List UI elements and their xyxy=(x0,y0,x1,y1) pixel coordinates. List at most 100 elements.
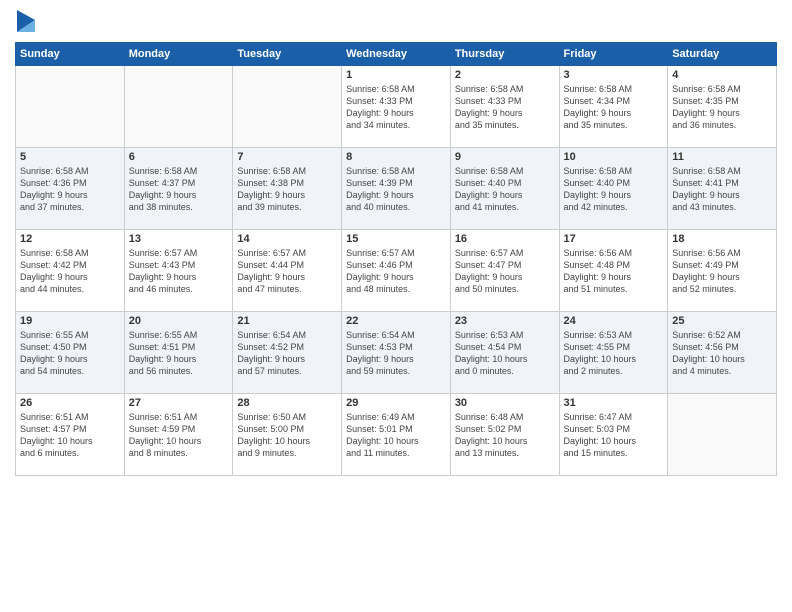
weekday-header-friday: Friday xyxy=(559,43,668,66)
calendar-cell: 27 Sunrise: 6:51 AM Sunset: 4:59 PM Dayli… xyxy=(124,394,233,476)
day-number: 2 xyxy=(455,69,555,81)
week-row-5: 26 Sunrise: 6:51 AM Sunset: 4:57 PM Dayli… xyxy=(16,394,777,476)
calendar-table: SundayMondayTuesdayWednesdayThursdayFrid… xyxy=(15,42,777,476)
calendar-cell: 8Sunrise: 6:58 AM Sunset: 4:39 PM Daylig… xyxy=(342,148,451,230)
day-number: 29 xyxy=(346,397,446,409)
day-info: Sunrise: 6:58 AM Sunset: 4:40 PM Dayligh… xyxy=(564,165,664,214)
weekday-header-wednesday: Wednesday xyxy=(342,43,451,66)
day-info: Sunrise: 6:57 AM Sunset: 4:47 PM Dayligh… xyxy=(455,247,555,296)
day-info: Sunrise: 6:51 AM Sunset: 4:57 PM Dayligh… xyxy=(20,411,120,460)
calendar-cell: 17 Sunrise: 6:56 AM Sunset: 4:48 PM Dayli… xyxy=(559,230,668,312)
week-row-2: 5 Sunrise: 6:58 AM Sunset: 4:36 PM Daylig… xyxy=(16,148,777,230)
day-info: Sunrise: 6:58 AM Sunset: 4:39 PM Dayligh… xyxy=(346,165,446,214)
day-number: 19 xyxy=(20,315,120,327)
day-info: Sunrise: 6:56 AM Sunset: 4:48 PM Dayligh… xyxy=(564,247,664,296)
day-number: 7 xyxy=(237,151,337,163)
day-info: Sunrise: 6:58 AM Sunset: 4:35 PM Dayligh… xyxy=(672,83,772,132)
header xyxy=(15,10,777,34)
calendar-cell: 30Sunrise: 6:48 AM Sunset: 5:02 PM Dayli… xyxy=(450,394,559,476)
day-number: 26 xyxy=(20,397,120,409)
calendar-cell: 11Sunrise: 6:58 AM Sunset: 4:41 PM Dayli… xyxy=(668,148,777,230)
calendar-cell: 1 Sunrise: 6:58 AM Sunset: 4:33 PM Daylig… xyxy=(342,66,451,148)
day-number: 15 xyxy=(346,233,446,245)
calendar-cell: 18Sunrise: 6:56 AM Sunset: 4:49 PM Dayli… xyxy=(668,230,777,312)
week-row-4: 19 Sunrise: 6:55 AM Sunset: 4:50 PM Dayli… xyxy=(16,312,777,394)
day-number: 20 xyxy=(129,315,229,327)
weekday-header-sunday: Sunday xyxy=(16,43,125,66)
calendar-cell: 6Sunrise: 6:58 AM Sunset: 4:37 PM Daylig… xyxy=(124,148,233,230)
day-number: 10 xyxy=(564,151,664,163)
day-info: Sunrise: 6:54 AM Sunset: 4:53 PM Dayligh… xyxy=(346,329,446,378)
day-info: Sunrise: 6:58 AM Sunset: 4:34 PM Dayligh… xyxy=(564,83,664,132)
day-info: Sunrise: 6:58 AM Sunset: 4:40 PM Dayligh… xyxy=(455,165,555,214)
calendar-cell: 22 Sunrise: 6:54 AM Sunset: 4:53 PM Dayli… xyxy=(342,312,451,394)
day-info: Sunrise: 6:58 AM Sunset: 4:41 PM Dayligh… xyxy=(672,165,772,214)
day-info: Sunrise: 6:55 AM Sunset: 4:50 PM Dayligh… xyxy=(20,329,120,378)
day-info: Sunrise: 6:58 AM Sunset: 4:42 PM Dayligh… xyxy=(20,247,120,296)
day-number: 16 xyxy=(455,233,555,245)
calendar-cell: 15 Sunrise: 6:57 AM Sunset: 4:46 PM Dayli… xyxy=(342,230,451,312)
logo-icon xyxy=(17,10,35,32)
calendar-cell: 2 Sunrise: 6:58 AM Sunset: 4:33 PM Daylig… xyxy=(450,66,559,148)
calendar-cell xyxy=(16,66,125,148)
calendar-cell: 10 Sunrise: 6:58 AM Sunset: 4:40 PM Dayli… xyxy=(559,148,668,230)
calendar-cell: 28Sunrise: 6:50 AM Sunset: 5:00 PM Dayli… xyxy=(233,394,342,476)
calendar-cell: 13 Sunrise: 6:57 AM Sunset: 4:43 PM Dayli… xyxy=(124,230,233,312)
weekday-header-thursday: Thursday xyxy=(450,43,559,66)
day-info: Sunrise: 6:53 AM Sunset: 4:55 PM Dayligh… xyxy=(564,329,664,378)
calendar-cell xyxy=(124,66,233,148)
day-info: Sunrise: 6:48 AM Sunset: 5:02 PM Dayligh… xyxy=(455,411,555,460)
day-info: Sunrise: 6:53 AM Sunset: 4:54 PM Dayligh… xyxy=(455,329,555,378)
weekday-header-tuesday: Tuesday xyxy=(233,43,342,66)
day-info: Sunrise: 6:57 AM Sunset: 4:43 PM Dayligh… xyxy=(129,247,229,296)
day-number: 1 xyxy=(346,69,446,81)
calendar-cell: 5 Sunrise: 6:58 AM Sunset: 4:36 PM Daylig… xyxy=(16,148,125,230)
day-number: 22 xyxy=(346,315,446,327)
day-number: 12 xyxy=(20,233,120,245)
day-info: Sunrise: 6:47 AM Sunset: 5:03 PM Dayligh… xyxy=(564,411,664,460)
calendar-cell xyxy=(233,66,342,148)
day-number: 27 xyxy=(129,397,229,409)
calendar-cell: 3 Sunrise: 6:58 AM Sunset: 4:34 PM Daylig… xyxy=(559,66,668,148)
day-number: 4 xyxy=(672,69,772,81)
calendar-cell: 29Sunrise: 6:49 AM Sunset: 5:01 PM Dayli… xyxy=(342,394,451,476)
day-number: 18 xyxy=(672,233,772,245)
day-info: Sunrise: 6:58 AM Sunset: 4:38 PM Dayligh… xyxy=(237,165,337,214)
logo xyxy=(15,10,35,34)
day-number: 21 xyxy=(237,315,337,327)
day-number: 25 xyxy=(672,315,772,327)
calendar-cell xyxy=(668,394,777,476)
day-number: 17 xyxy=(564,233,664,245)
calendar-cell: 31 Sunrise: 6:47 AM Sunset: 5:03 PM Dayli… xyxy=(559,394,668,476)
calendar-cell: 23 Sunrise: 6:53 AM Sunset: 4:54 PM Dayli… xyxy=(450,312,559,394)
day-number: 23 xyxy=(455,315,555,327)
day-info: Sunrise: 6:58 AM Sunset: 4:36 PM Dayligh… xyxy=(20,165,120,214)
calendar-cell: 21 Sunrise: 6:54 AM Sunset: 4:52 PM Dayli… xyxy=(233,312,342,394)
day-number: 9 xyxy=(455,151,555,163)
day-number: 3 xyxy=(564,69,664,81)
weekday-header-saturday: Saturday xyxy=(668,43,777,66)
day-info: Sunrise: 6:58 AM Sunset: 4:33 PM Dayligh… xyxy=(346,83,446,132)
day-info: Sunrise: 6:51 AM Sunset: 4:59 PM Dayligh… xyxy=(129,411,229,460)
week-row-1: 1 Sunrise: 6:58 AM Sunset: 4:33 PM Daylig… xyxy=(16,66,777,148)
day-info: Sunrise: 6:58 AM Sunset: 4:33 PM Dayligh… xyxy=(455,83,555,132)
calendar-cell: 14Sunrise: 6:57 AM Sunset: 4:44 PM Dayli… xyxy=(233,230,342,312)
day-number: 24 xyxy=(564,315,664,327)
calendar-cell: 24 Sunrise: 6:53 AM Sunset: 4:55 PM Dayli… xyxy=(559,312,668,394)
day-number: 5 xyxy=(20,151,120,163)
calendar-cell: 16 Sunrise: 6:57 AM Sunset: 4:47 PM Dayli… xyxy=(450,230,559,312)
day-info: Sunrise: 6:57 AM Sunset: 4:46 PM Dayligh… xyxy=(346,247,446,296)
weekday-header-row: SundayMondayTuesdayWednesdayThursdayFrid… xyxy=(16,43,777,66)
calendar-cell: 19 Sunrise: 6:55 AM Sunset: 4:50 PM Dayli… xyxy=(16,312,125,394)
week-row-3: 12 Sunrise: 6:58 AM Sunset: 4:42 PM Dayli… xyxy=(16,230,777,312)
day-number: 31 xyxy=(564,397,664,409)
calendar-cell: 12 Sunrise: 6:58 AM Sunset: 4:42 PM Dayli… xyxy=(16,230,125,312)
calendar-cell: 20 Sunrise: 6:55 AM Sunset: 4:51 PM Dayli… xyxy=(124,312,233,394)
day-number: 13 xyxy=(129,233,229,245)
calendar-cell: 25Sunrise: 6:52 AM Sunset: 4:56 PM Dayli… xyxy=(668,312,777,394)
day-info: Sunrise: 6:50 AM Sunset: 5:00 PM Dayligh… xyxy=(237,411,337,460)
calendar-cell: 9 Sunrise: 6:58 AM Sunset: 4:40 PM Daylig… xyxy=(450,148,559,230)
day-info: Sunrise: 6:55 AM Sunset: 4:51 PM Dayligh… xyxy=(129,329,229,378)
day-info: Sunrise: 6:54 AM Sunset: 4:52 PM Dayligh… xyxy=(237,329,337,378)
day-info: Sunrise: 6:58 AM Sunset: 4:37 PM Dayligh… xyxy=(129,165,229,214)
